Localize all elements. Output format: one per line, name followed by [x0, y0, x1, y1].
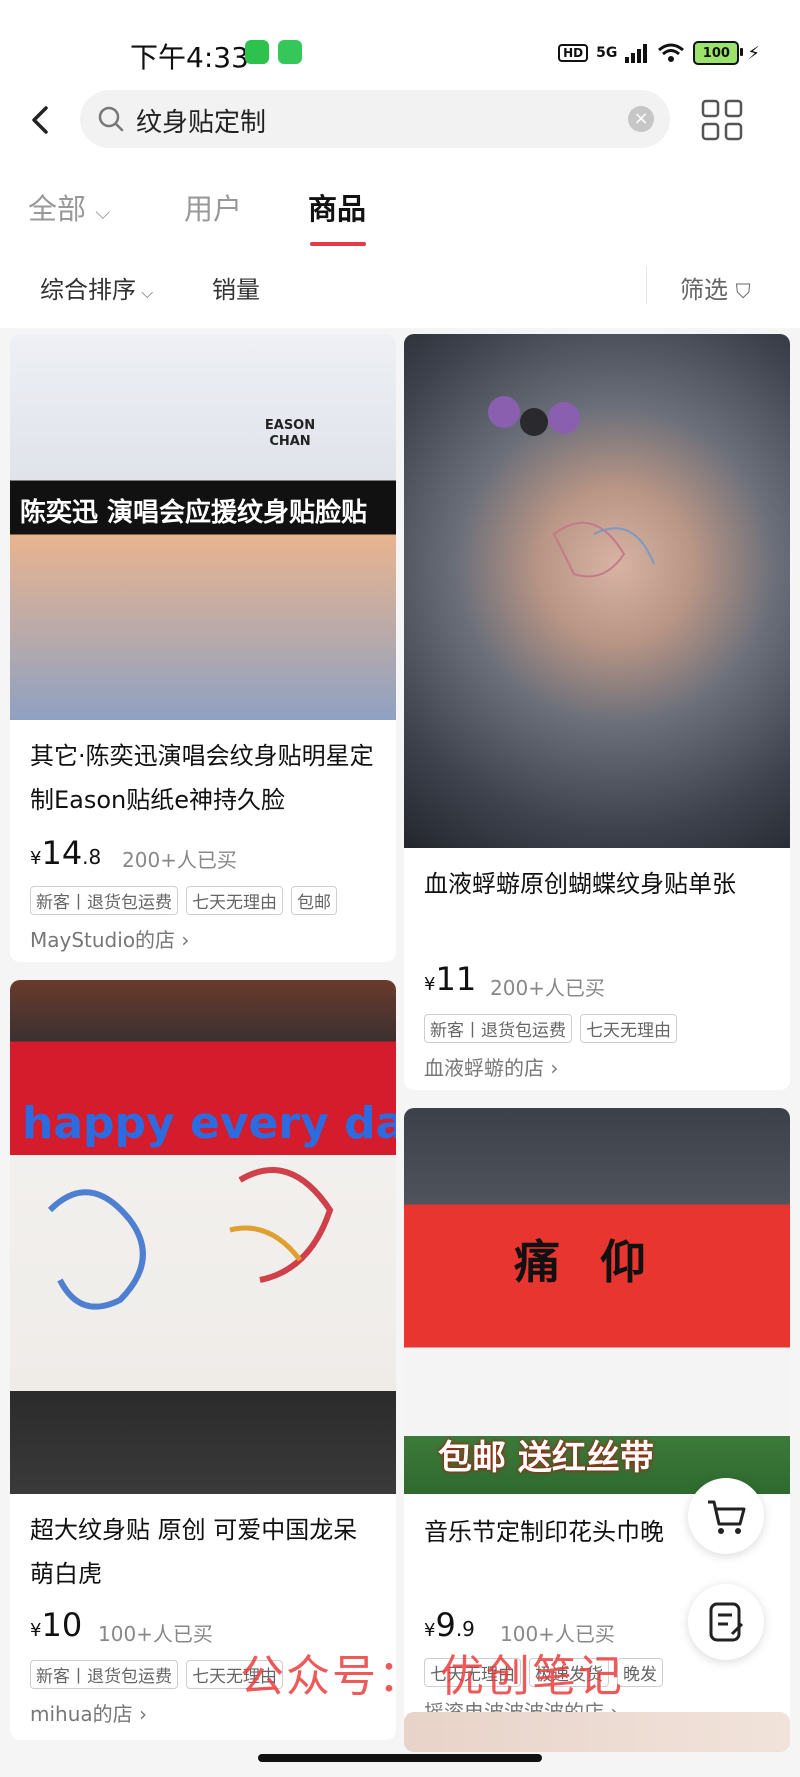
- watermark-text: 公众号： 优创笔记: [240, 1651, 624, 1702]
- chevron-down-icon: ⌵: [95, 200, 111, 224]
- shop-link[interactable]: mihua的店 ›: [30, 1698, 147, 1727]
- image-badge: EASON CHAN: [264, 418, 316, 449]
- chevron-down-icon: ⌵: [136, 283, 154, 302]
- tab-bar: 全部 ⌵ 用户 商品: [0, 180, 800, 250]
- product-card[interactable]: EASON CHAN 陈奕迅 演唱会应援纹身贴脸贴 其它·陈奕迅演唱会纹身贴明星…: [10, 334, 396, 962]
- search-input[interactable]: 纹身贴定制 ×: [80, 90, 670, 148]
- necklace-graphic: [488, 396, 655, 578]
- tag: 七天无理由: [186, 886, 283, 915]
- signal-icon: [625, 44, 648, 63]
- product-title: 血液蜉蝣原创蝴蝶纹身贴单张: [424, 870, 736, 898]
- wifi-icon: [658, 43, 685, 62]
- sold-count: 200+人已买: [122, 848, 237, 872]
- tag: 七天无理由: [580, 1014, 677, 1043]
- sort-comprehensive[interactable]: 综合排序 ⌵: [40, 270, 153, 305]
- sold-count: 100+人已买: [98, 1622, 213, 1646]
- product-price: ¥9.9: [424, 1606, 475, 1644]
- note-edit-icon: [709, 1602, 744, 1642]
- search-query: 纹身贴定制: [136, 108, 267, 138]
- divider: [646, 266, 647, 304]
- header-area: 下午4:33 HD 5G 100 ⚡ 纹身贴定制 × 全部 ⌵ 用户 商品 综合…: [0, 0, 800, 328]
- status-time: 下午4:33: [130, 41, 249, 74]
- wechat-icon: [245, 40, 269, 64]
- shop-link[interactable]: 血液蜉蝣的店 ›: [424, 1052, 558, 1081]
- tab-all-label: 全部: [28, 192, 87, 226]
- sort-bar: 综合排序 ⌵ 销量 筛选 ⛉: [0, 262, 800, 324]
- tab-users[interactable]: 用户: [184, 186, 242, 228]
- filter-icon: ⛉: [735, 279, 751, 303]
- app-notification-icon: [278, 40, 302, 64]
- back-icon[interactable]: [18, 96, 66, 144]
- clear-icon[interactable]: ×: [628, 106, 654, 132]
- product-card[interactable]: [404, 1712, 790, 1752]
- tab-products[interactable]: 商品: [308, 186, 366, 228]
- sold-count: 200+人已买: [490, 976, 605, 1000]
- home-indicator[interactable]: [258, 1754, 542, 1762]
- notes-button[interactable]: [688, 1584, 764, 1660]
- tag: 包邮: [291, 886, 337, 915]
- network-label: 5G: [596, 45, 618, 61]
- product-image: 痛仰 包邮 送红丝带: [404, 1108, 790, 1494]
- battery-icon: 100: [693, 41, 744, 65]
- product-price: ¥10: [30, 1606, 83, 1644]
- product-tags: 新客丨退货包运费 七天无理由 包邮: [30, 886, 337, 915]
- product-card[interactable]: happy every day 超大纹身贴 原创 可爱中国龙呆萌白虎 ¥10 1…: [10, 980, 396, 1740]
- cart-button[interactable]: [688, 1478, 764, 1554]
- charging-icon: ⚡: [747, 42, 760, 64]
- tab-all[interactable]: 全部 ⌵: [28, 186, 110, 228]
- filter-button[interactable]: 筛选 ⛉: [680, 270, 751, 305]
- grid-view-icon[interactable]: [700, 98, 744, 142]
- tag: 新客丨退货包运费: [424, 1014, 572, 1043]
- sort-comprehensive-label: 综合排序: [40, 276, 136, 304]
- search-bar: 纹身贴定制 ×: [0, 88, 800, 152]
- image-caption: 陈奕迅 演唱会应援纹身贴脸贴: [20, 498, 368, 528]
- tag: 新客丨退货包运费: [30, 1660, 178, 1689]
- sort-sales[interactable]: 销量: [212, 270, 260, 305]
- product-image: happy every day: [10, 980, 396, 1494]
- product-price: ¥14.8: [30, 834, 102, 872]
- hd-badge: HD: [558, 44, 589, 62]
- product-price: ¥11: [424, 960, 477, 998]
- product-card[interactable]: 血液蜉蝣原创蝴蝶纹身贴单张 ¥11 200+人已买 新客丨退货包运费 七天无理由…: [404, 334, 790, 1090]
- status-right: HD 5G 100 ⚡: [558, 40, 760, 66]
- image-caption: 包邮 送红丝带: [438, 1438, 654, 1478]
- product-title: 其它·陈奕迅演唱会纹身贴明星定制Eason贴纸e神持久脸: [30, 742, 374, 814]
- product-image: EASON CHAN 陈奕迅 演唱会应援纹身贴脸贴: [10, 334, 396, 720]
- product-tags: 新客丨退货包运费 七天无理由: [424, 1014, 677, 1043]
- product-title: 超大纹身贴 原创 可爱中国龙呆萌白虎: [30, 1516, 358, 1588]
- cart-icon: [708, 1500, 746, 1534]
- active-tab-indicator: [310, 242, 366, 246]
- status-bar: 下午4:33 HD 5G 100 ⚡: [0, 30, 800, 78]
- product-image: [404, 334, 790, 848]
- search-icon: [98, 106, 124, 132]
- tag: 新客丨退货包运费: [30, 886, 178, 915]
- image-badge: 痛仰: [514, 1235, 686, 1289]
- dragon-tiger-graphic: [47, 1167, 334, 1310]
- filter-label: 筛选: [680, 276, 728, 304]
- shop-link[interactable]: MayStudio的店 ›: [30, 924, 189, 953]
